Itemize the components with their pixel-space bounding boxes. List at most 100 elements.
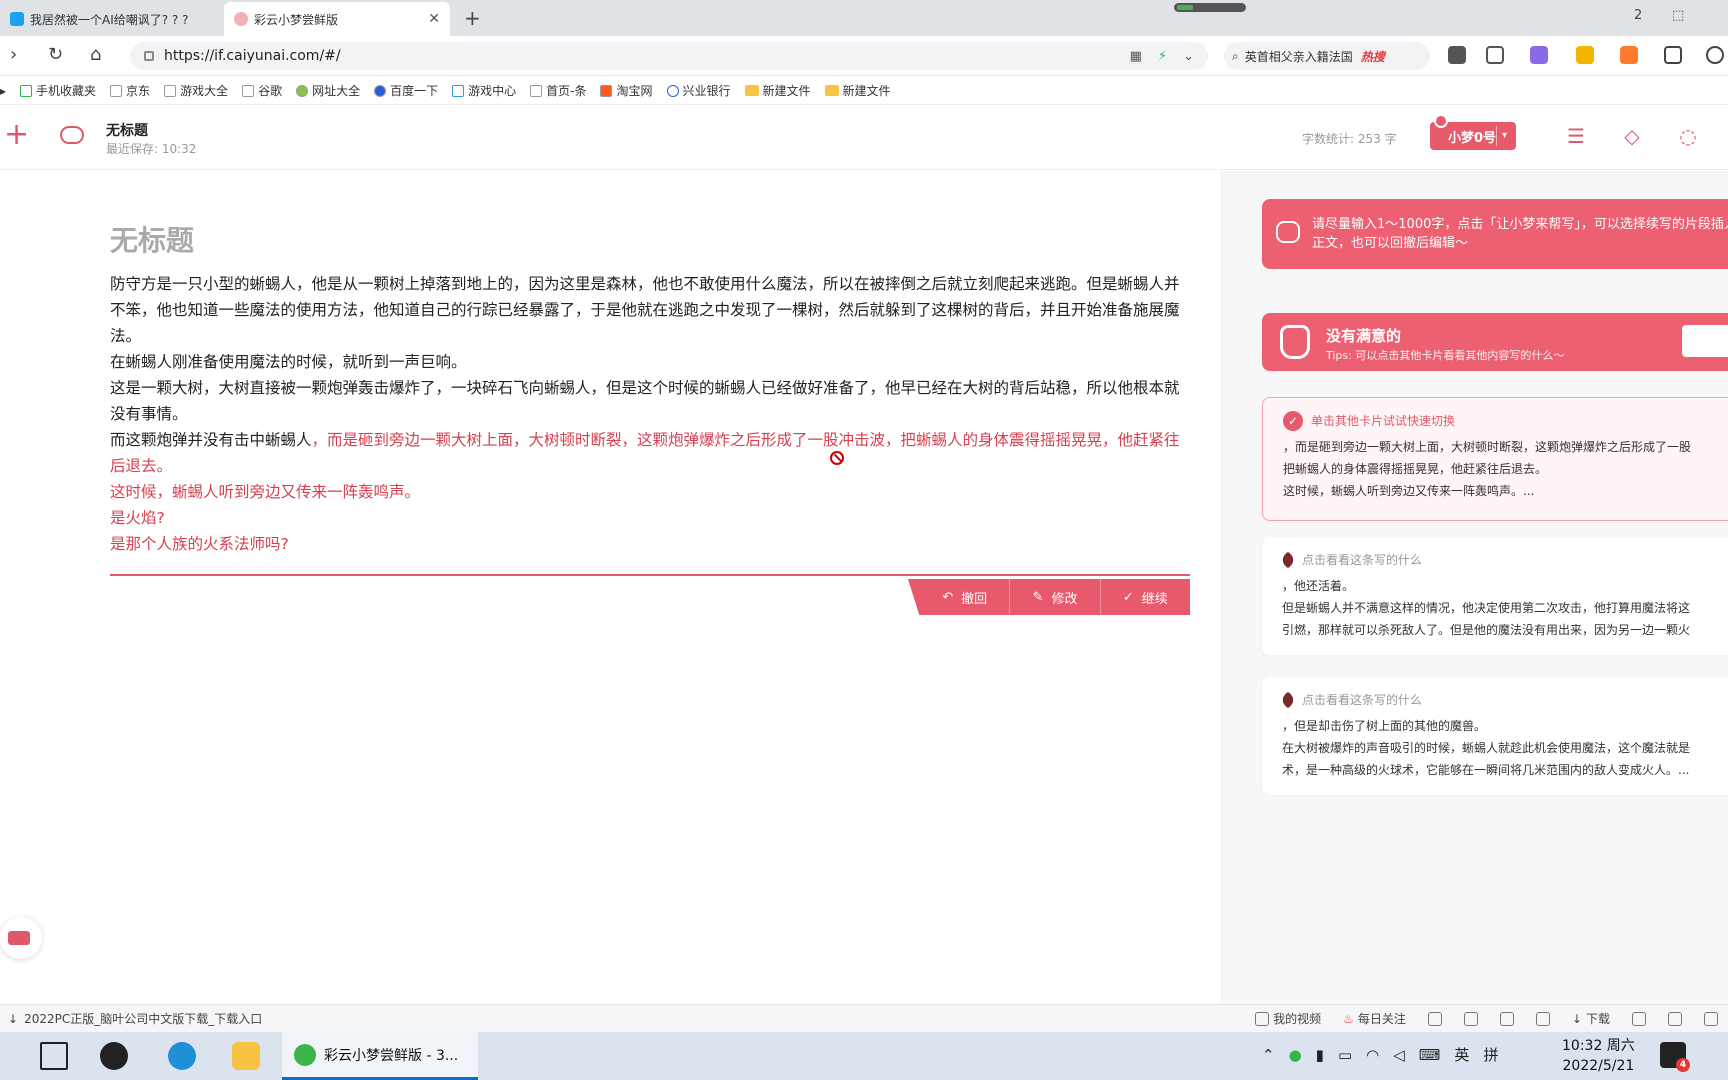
paragraph: 防守方是一只小型的蜥蜴人，他是从一颗树上掉落到地上的，因为这里是森林，他也不敢使… bbox=[110, 275, 1180, 345]
settings-icon[interactable] bbox=[1706, 46, 1724, 64]
collection-icon[interactable]: ⬚ bbox=[1672, 8, 1684, 23]
battery-indicator bbox=[1174, 3, 1246, 12]
volume-icon[interactable]: ◁ bbox=[1393, 1046, 1405, 1064]
apps-grid-icon[interactable] bbox=[1664, 46, 1682, 64]
reader-icon[interactable] bbox=[1448, 46, 1466, 64]
editor-body[interactable]: 防守方是一只小型的蜥蜴人，他是从一颗树上掉落到地上的，因为这里是森林，他也不敢使… bbox=[110, 271, 1186, 557]
daily-focus-button[interactable]: ♨ 每日关注 bbox=[1343, 1010, 1406, 1027]
printer-icon[interactable] bbox=[1632, 1011, 1646, 1026]
bookmark-item[interactable]: 兴业银行 bbox=[666, 82, 731, 99]
bookmark-expand-icon[interactable]: ▸ bbox=[0, 84, 6, 98]
bookmark-item[interactable]: 首页-条 bbox=[530, 82, 586, 99]
bookmark-folder[interactable]: 新建文件 bbox=[824, 82, 891, 99]
scissors-icon[interactable] bbox=[1486, 46, 1504, 64]
shield-icon[interactable] bbox=[1576, 46, 1594, 64]
qr-icon[interactable]: ▦ bbox=[1130, 49, 1142, 64]
address-input[interactable]: https://if.caiyunai.com/#/ ▦ ⚡ ⌄ bbox=[130, 42, 1208, 70]
ime-language[interactable]: 英 bbox=[1454, 1044, 1469, 1065]
suggestion-card-selected[interactable]: ✓ 单击其他卡片试试快速切换 ，而是砸到旁边一颗大树上面，大树顿时断裂，这颗炮弹爆… bbox=[1262, 397, 1728, 521]
my-videos-button[interactable]: 我的视频 bbox=[1255, 1010, 1321, 1027]
bookmark-folder[interactable]: 新建文件 bbox=[744, 82, 811, 99]
download-button[interactable]: ↓ 下载 bbox=[1572, 1010, 1610, 1027]
pinned-app-icon[interactable] bbox=[100, 1042, 128, 1070]
editor-heading[interactable]: 无标题 bbox=[110, 219, 194, 259]
browser-tab[interactable]: 我居然被一个AI给嘲讽了? ? ? bbox=[0, 2, 222, 36]
microphone-icon[interactable]: ▮ bbox=[1316, 1046, 1324, 1064]
chevron-down-icon[interactable]: ▾ bbox=[1496, 126, 1512, 146]
heart-icon[interactable] bbox=[1499, 1011, 1514, 1026]
tray-app-icon[interactable]: ● bbox=[1289, 1046, 1302, 1064]
url-text: https://if.caiyunai.com/#/ bbox=[164, 48, 341, 64]
suggestion-card[interactable]: 点击看看这条写的什么 ，但是却击伤了树上面的其他的魔兽。 在大树被爆炸的声音吸引… bbox=[1262, 677, 1728, 795]
refresh-icon[interactable] bbox=[1668, 1011, 1682, 1026]
notification-icon[interactable]: 4 bbox=[1660, 1042, 1690, 1072]
edit-button[interactable]: ✎ 修改 bbox=[1010, 579, 1101, 615]
search-box[interactable]: ⌕ 英首相父亲入籍法国 热搜 bbox=[1224, 42, 1430, 70]
bookmark-item[interactable]: 手机收藏夹 bbox=[20, 82, 96, 99]
bookmark-item[interactable]: 谷歌 bbox=[242, 82, 282, 99]
ai-action-bar: ↶ 撤回 ✎ 修改 ✓ 继续 bbox=[908, 579, 1190, 615]
browser-tab-active[interactable]: 彩云小梦尝鲜版 ✕ bbox=[224, 2, 450, 36]
browser-status-bar: ↓ 2022PC正版_脑叶公司中文版下载_下载入口 我的视频 ♨ 每日关注 ↓ 下载 bbox=[0, 1004, 1728, 1032]
home-icon[interactable]: ⌂ bbox=[90, 44, 101, 65]
bookmark-item[interactable]: 游戏中心 bbox=[452, 82, 516, 99]
window-icon[interactable] bbox=[1704, 1011, 1718, 1026]
forward-icon[interactable]: › bbox=[10, 44, 17, 65]
browser-logo-icon bbox=[294, 1043, 316, 1066]
video-icon bbox=[1255, 1011, 1270, 1026]
bookmark-item[interactable]: 淘宝网 bbox=[600, 82, 653, 99]
bookmarks-bar: ▸ 手机收藏夹 京东 游戏大全 谷歌 网址大全 百度一下 游戏中心 首页-条 淘… bbox=[0, 77, 1728, 105]
keyboard-button[interactable] bbox=[0, 917, 42, 959]
new-tab-icon[interactable]: + bbox=[464, 6, 481, 30]
new-doc-icon[interactable]: + bbox=[4, 120, 29, 150]
game-icon[interactable] bbox=[1620, 46, 1638, 64]
battery-icon[interactable]: ▭ bbox=[1338, 1046, 1352, 1064]
rocket-icon[interactable] bbox=[1535, 1011, 1550, 1026]
ime-mode[interactable]: 拼 bbox=[1483, 1044, 1498, 1065]
paragraph: 在蜥蜴人刚准备使用魔法的时候，就听到一声巨响。 bbox=[110, 353, 467, 371]
bilibili-favicon-icon bbox=[10, 12, 24, 26]
reload-icon[interactable]: ↻ bbox=[48, 44, 63, 65]
regenerate-button[interactable] bbox=[1682, 325, 1728, 357]
unsatisfied-bar[interactable]: 没有满意的 Tips: 可以点击其他卡片看看其他内容写的什么～ bbox=[1262, 313, 1728, 371]
browser-tab-strip: 我居然被一个AI给嘲讽了? ? ? 彩云小梦尝鲜版 ✕ + 2 ⬚ bbox=[0, 0, 1728, 36]
diamond-icon[interactable]: ◇ bbox=[1620, 124, 1644, 148]
suggestion-card[interactable]: 点击看看这条写的什么 ，他还活着。 但是蜥蜴人并不满意这样的情况，他决定使用第二… bbox=[1262, 537, 1728, 655]
clock[interactable]: 10:32 周六 2022/5/21 bbox=[1562, 1036, 1635, 1076]
task-view-icon[interactable] bbox=[40, 1042, 68, 1070]
tab-count-icon[interactable]: 2 bbox=[1634, 8, 1642, 23]
edge-icon[interactable] bbox=[168, 1042, 196, 1070]
continue-button[interactable]: ✓ 继续 bbox=[1101, 579, 1190, 615]
app-header: + 无标题 最近保存: 10:32 字数统计: 253 字 小梦0号 ▾ ☰ ◇… bbox=[0, 106, 1728, 170]
shield-status-icon[interactable] bbox=[1427, 1011, 1442, 1026]
bookmark-item[interactable]: 百度一下 bbox=[374, 82, 438, 99]
lightning-icon[interactable]: ⚡ bbox=[1158, 49, 1167, 64]
list-icon[interactable]: ☰ bbox=[1564, 124, 1588, 148]
notification-badge: 4 bbox=[1676, 1058, 1690, 1072]
file-explorer-icon[interactable] bbox=[232, 1042, 260, 1070]
feedback-icon[interactable]: ◌ bbox=[1676, 124, 1700, 148]
image-icon[interactable] bbox=[1463, 1011, 1478, 1026]
close-tab-icon[interactable]: ✕ bbox=[428, 11, 440, 27]
chevron-down-icon[interactable]: ⌄ bbox=[1183, 49, 1194, 64]
chevron-up-icon[interactable]: ⌃ bbox=[1262, 1046, 1275, 1064]
keyboard-tray-icon[interactable]: ⌨ bbox=[1419, 1046, 1441, 1064]
cloud-save-icon[interactable] bbox=[60, 126, 84, 144]
bookmark-item[interactable]: 游戏大全 bbox=[164, 82, 228, 99]
undo-icon: ↶ bbox=[942, 589, 954, 605]
model-select-button[interactable]: 小梦0号 ▾ bbox=[1430, 114, 1516, 150]
windows-taskbar: 彩云小梦尝鲜版 - 3... ⌃ ● ▮ ▭ ◠ ◁ ⌨ 英 拼 10:32 周… bbox=[0, 1032, 1728, 1080]
taskbar-active-app[interactable]: 彩云小梦尝鲜版 - 3... bbox=[282, 1032, 478, 1080]
doc-title[interactable]: 无标题 bbox=[106, 120, 148, 140]
keyboard-icon bbox=[8, 931, 30, 945]
suggestion-panel: 请尽量输入1～1000字，点击「让小梦来帮写」，可以选择续写的片段插入正文，也可… bbox=[1221, 171, 1728, 1004]
bookmark-item[interactable]: 网址大全 bbox=[296, 82, 360, 99]
undo-button[interactable]: ↶ 撤回 bbox=[908, 579, 1011, 615]
bookmark-item[interactable]: 京东 bbox=[110, 82, 150, 99]
unsatisfied-title: 没有满意的 bbox=[1326, 327, 1402, 345]
status-link[interactable]: ↓ 2022PC正版_脑叶公司中文版下载_下载入口 bbox=[8, 1010, 262, 1027]
wifi-icon[interactable]: ◠ bbox=[1366, 1046, 1379, 1064]
translate-icon[interactable] bbox=[1530, 46, 1548, 64]
editor-area[interactable]: 无标题 防守方是一只小型的蜥蜴人，他是从一颗树上掉落到地上的，因为这里是森林，他… bbox=[0, 171, 1220, 1004]
caiyun-favicon-icon bbox=[234, 12, 248, 26]
